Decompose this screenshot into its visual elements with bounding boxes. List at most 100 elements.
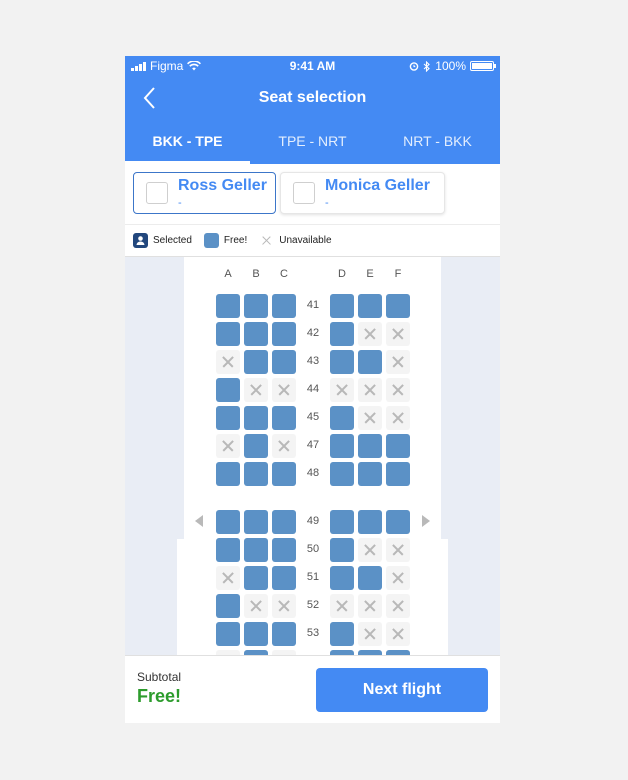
page-title: Seat selection [258,89,367,106]
free-seat-swatch [203,233,219,248]
battery-icon [470,61,496,71]
row-number: 43 [306,355,320,367]
tab-bkk-tpe[interactable]: BKK - TPE [125,124,250,164]
arrow-right-icon[interactable] [422,515,430,527]
seat-53a[interactable] [216,622,240,646]
seat-45d[interactable] [330,406,354,430]
seat-51e[interactable] [358,566,382,590]
seat-51a [216,566,240,590]
legend-free-label: Free! [223,235,248,246]
seat-map: A B C D E F 41 42 43 44 45 47 48 49 50 51 52 53 [125,257,500,655]
footer: Subtotal Free! Next flight [125,655,500,723]
next-flight-button[interactable]: Next flight [316,668,488,712]
passenger-card-ross[interactable]: Ross Geller - [133,172,276,214]
seat-47f[interactable] [386,434,410,458]
person-icon [133,233,148,248]
seat-42b[interactable] [244,322,268,346]
seat-legend: Selected Free! Unavailable [125,224,500,257]
seat-48d[interactable] [330,462,354,486]
seat-44e [358,378,382,402]
seat-53f [386,622,410,646]
seat-43a [216,350,240,374]
seat-49e[interactable] [358,510,382,534]
seat-41a[interactable] [216,294,240,318]
seat-48e[interactable] [358,462,382,486]
seat-50d[interactable] [330,538,354,562]
status-bar: Figma 9:41 AM 100% [125,56,500,76]
tab-tpe-nrt[interactable]: TPE - NRT [250,124,375,164]
passenger-selector: Ross Geller - Monica Geller - [125,164,500,224]
seat-50e [358,538,382,562]
arrow-left-icon[interactable] [195,515,203,527]
flight-tabs: BKK - TPE TPE - NRT NRT - BKK [125,124,500,164]
column-label-b: B [252,268,260,280]
seat-45a[interactable] [216,406,240,430]
seat-41d[interactable] [330,294,354,318]
column-label-e: E [366,268,374,280]
seat-48a[interactable] [216,462,240,486]
row-number: 52 [306,599,320,611]
legend-unavailable-label: Unavailable [279,235,332,246]
seat-43c[interactable] [272,350,296,374]
seat-42a[interactable] [216,322,240,346]
seat-41f[interactable] [386,294,410,318]
seat-49f[interactable] [386,510,410,534]
seat-49b[interactable] [244,510,268,534]
alarm-icon [409,62,419,71]
seat-42d[interactable] [330,322,354,346]
seat-50f [386,538,410,562]
seat-43f [386,350,410,374]
seat-49a[interactable] [216,510,240,534]
subtotal-label: Subtotal [137,670,182,684]
seat-52c [272,594,296,618]
battery-percent: 100% [435,59,466,73]
seat-52a[interactable] [216,594,240,618]
seat-42f [386,322,410,346]
passenger-card-monica[interactable]: Monica Geller - [280,172,445,214]
seat-50c[interactable] [272,538,296,562]
wing-right [440,539,448,655]
seat-44a[interactable] [216,378,240,402]
seat-53d[interactable] [330,622,354,646]
passenger-name: Monica Geller [325,177,430,194]
subtotal-value: Free! [137,686,182,706]
seat-51c[interactable] [272,566,296,590]
seat-48f[interactable] [386,462,410,486]
row-number: 51 [306,571,320,583]
seat-53c[interactable] [272,622,296,646]
seat-45c[interactable] [272,406,296,430]
seat-43b[interactable] [244,350,268,374]
seat-50a[interactable] [216,538,240,562]
seat-49d[interactable] [330,510,354,534]
seat-43e[interactable] [358,350,382,374]
seat-45b[interactable] [244,406,268,430]
unavailable-x-icon [259,233,274,248]
seat-52b [244,594,268,618]
passenger-seat: - [178,197,182,209]
app-header: Figma 9:41 AM 100% Seat selection BKK - … [125,56,500,164]
seat-47b[interactable] [244,434,268,458]
seat-51b[interactable] [244,566,268,590]
seat-41b[interactable] [244,294,268,318]
seat-41c[interactable] [272,294,296,318]
seat-49c[interactable] [272,510,296,534]
seat-47e[interactable] [358,434,382,458]
seat-48c[interactable] [272,462,296,486]
seat-50b[interactable] [244,538,268,562]
seat-47c [272,434,296,458]
seat-48b[interactable] [244,462,268,486]
seat-51f [386,566,410,590]
seat-44c [272,378,296,402]
seat-41e[interactable] [358,294,382,318]
passenger-checkbox[interactable] [146,182,168,204]
seat-42c[interactable] [272,322,296,346]
tab-nrt-bkk[interactable]: NRT - BKK [375,124,500,164]
seat-53b[interactable] [244,622,268,646]
seat-47d[interactable] [330,434,354,458]
seat-53e [358,622,382,646]
passenger-checkbox[interactable] [293,182,315,204]
seat-43d[interactable] [330,350,354,374]
seat-51d[interactable] [330,566,354,590]
passenger-name: Ross Geller [178,177,267,194]
seat-52f [386,594,410,618]
